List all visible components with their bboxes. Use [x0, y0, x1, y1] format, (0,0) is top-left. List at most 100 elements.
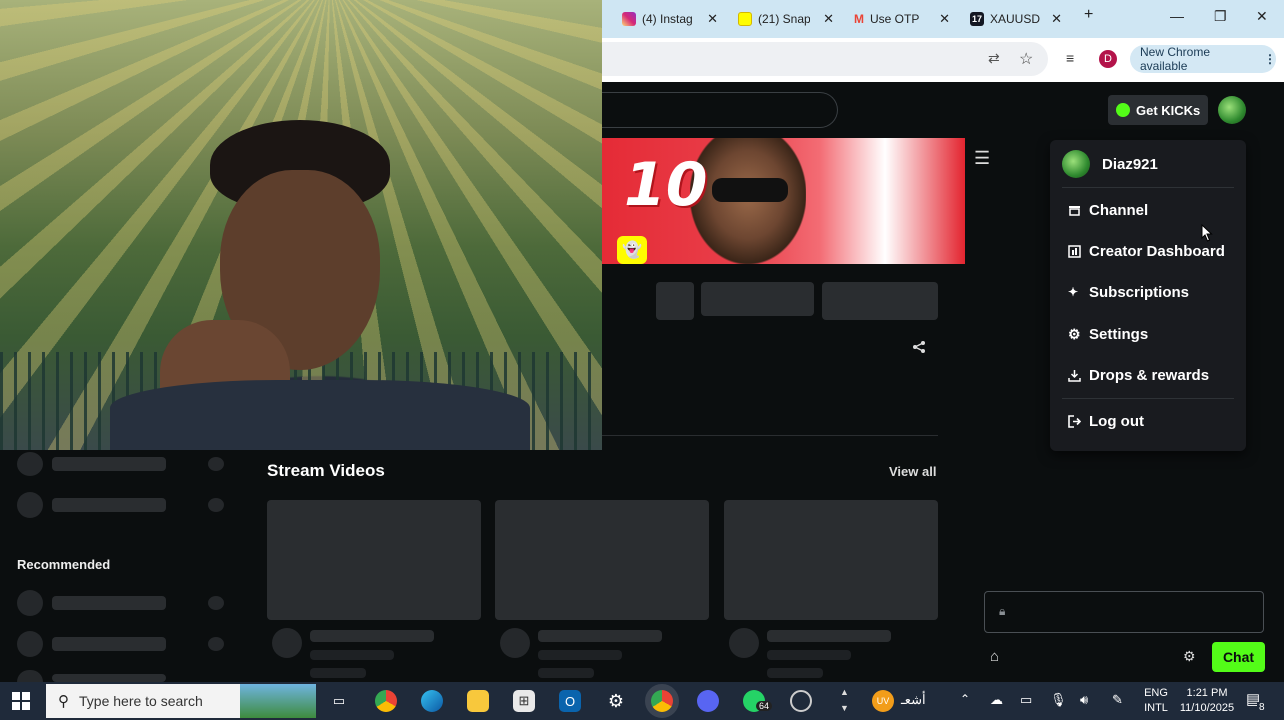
menu-item-label: Drops & rewards	[1089, 367, 1210, 384]
dashboard-icon	[1068, 245, 1081, 258]
menu-item-drops-rewards[interactable]: Drops & rewards	[1068, 367, 1209, 384]
news-widget-icon[interactable]: UV	[872, 690, 894, 712]
tradingview-icon: 17	[970, 12, 984, 26]
close-window-button[interactable]: ✕	[1256, 8, 1268, 25]
skeleton-line	[52, 457, 166, 471]
news-widget-text[interactable]: أشعـ	[901, 692, 926, 708]
share-icon[interactable]	[912, 340, 926, 357]
menu-item-subscriptions[interactable]: ✦ Subscriptions	[1068, 284, 1189, 301]
date: 11/10/2025	[1179, 702, 1235, 714]
clock[interactable]: 1:21 PM 11/10/2025	[1176, 686, 1238, 716]
get-kicks-button[interactable]: Get KICKs	[1108, 95, 1208, 125]
menu-item-logout[interactable]: Log out	[1068, 413, 1144, 430]
time: 1:21 PM	[1186, 687, 1228, 699]
update-label: New Chrome available	[1140, 45, 1211, 73]
menu-item-label: Subscriptions	[1089, 284, 1190, 301]
taskbar-scroll-arrows[interactable]: ▲ ▼	[840, 684, 849, 716]
menu-item-label: Settings	[1089, 326, 1149, 343]
profile-avatar[interactable]: D	[1099, 50, 1117, 68]
drops-icon	[1068, 369, 1081, 382]
store-app-icon[interactable]: ⊞	[513, 690, 535, 712]
get-kicks-label: Get KICKs	[1136, 102, 1201, 118]
outlook-icon[interactable]: O	[559, 690, 581, 712]
user-menu-dropdown: Diaz921 Channel Creator Dashboard ✦ Subs…	[1050, 140, 1246, 451]
gmail-icon: M	[854, 12, 864, 26]
browser-tab[interactable]: 17 XAUUSD ✕	[970, 6, 1062, 32]
user-avatar-button[interactable]	[1218, 96, 1246, 124]
store-icon[interactable]: ⌂	[990, 648, 999, 665]
skeleton-line	[538, 630, 662, 642]
chrome-icon[interactable]	[375, 690, 397, 712]
skeleton-line	[52, 596, 166, 610]
video-thumbnail-skeleton	[267, 500, 481, 620]
menu-item-settings[interactable]: ⚙ Settings	[1068, 326, 1148, 343]
search-input[interactable]	[602, 92, 838, 128]
discord-icon[interactable]	[697, 690, 719, 712]
avatar	[1062, 150, 1090, 178]
skeleton-line	[310, 668, 366, 678]
skeleton-block	[701, 282, 814, 316]
search-icon: ⚲	[58, 693, 69, 710]
minimize-button[interactable]: —	[1170, 8, 1184, 24]
channel-avatar-skeleton	[17, 631, 43, 657]
snapchat-icon	[738, 12, 752, 26]
close-tab-icon[interactable]: ✕	[707, 11, 718, 27]
avatar-skeleton	[272, 628, 302, 658]
address-bar[interactable]	[602, 42, 1048, 76]
sunglasses	[712, 178, 788, 202]
gear-icon: ⚙	[1068, 326, 1081, 342]
divider	[1062, 187, 1234, 188]
translate-icon[interactable]: ⇄	[988, 50, 1000, 67]
chat-input[interactable]: 🔒︎	[984, 591, 1264, 633]
browser-tab[interactable]: (4) Instag ✕	[622, 6, 718, 32]
video-thumbnail-skeleton	[724, 500, 938, 620]
language-code: ENG	[1144, 687, 1168, 699]
pen-icon[interactable]: ✎	[1112, 692, 1123, 708]
battery-icon[interactable]: ▭	[1020, 692, 1032, 708]
mouse-cursor	[1201, 223, 1213, 247]
microphone-icon[interactable]: 🎙︎	[1050, 692, 1067, 708]
skeleton-line	[767, 668, 823, 678]
tray-expand-icon[interactable]: ⌃	[960, 692, 970, 706]
edge-icon[interactable]	[421, 690, 443, 712]
task-view-icon[interactable]: ▭	[328, 690, 350, 712]
volume-icon[interactable]: 🔊︎	[1080, 692, 1088, 708]
close-tab-icon[interactable]: ✕	[823, 11, 834, 27]
channel-icon	[1068, 204, 1081, 217]
chrome-update-button[interactable]: New Chrome available ⋮	[1130, 45, 1276, 73]
skeleton-line	[538, 668, 594, 678]
onedrive-icon[interactable]: ☁	[990, 692, 1003, 708]
banner-number: 10	[624, 150, 708, 220]
chat-settings-gear-icon[interactable]: ⚙	[1183, 648, 1196, 665]
clock-app-icon[interactable]	[790, 690, 812, 712]
view-all-link[interactable]: View all	[889, 464, 936, 479]
tab-title: (4) Instag	[642, 12, 693, 26]
kebab-menu-icon[interactable]: ⋮	[1264, 52, 1276, 66]
close-tab-icon[interactable]: ✕	[1051, 11, 1062, 27]
chrome-active-icon[interactable]	[645, 684, 679, 718]
lock-icon: 🔒︎	[999, 604, 1006, 618]
collapse-chat-icon[interactable]: ☰	[974, 148, 994, 168]
restore-button[interactable]: ❐	[1214, 8, 1227, 25]
media-control-icon[interactable]: ≡	[1066, 50, 1074, 66]
username: Diaz921	[1102, 156, 1158, 173]
skeleton-dot	[208, 457, 224, 471]
recommended-heading: Recommended	[17, 557, 111, 572]
new-tab-button[interactable]: +	[1084, 6, 1093, 24]
language-indicator[interactable]: ENG INTL	[1141, 686, 1171, 716]
bookmark-star-icon[interactable]: ☆	[1019, 49, 1033, 69]
browser-tab[interactable]: (21) Snap ✕	[738, 6, 834, 32]
file-explorer-icon[interactable]	[467, 690, 489, 712]
skeleton-line	[52, 674, 166, 682]
windows-start-icon[interactable]	[12, 692, 30, 715]
skeleton-line	[767, 650, 851, 660]
logout-icon	[1068, 415, 1082, 428]
menu-item-channel[interactable]: Channel	[1068, 202, 1148, 219]
close-tab-icon[interactable]: ✕	[939, 11, 950, 27]
browser-tab[interactable]: M Use OTP ✕	[854, 6, 950, 32]
chat-send-button[interactable]: Chat	[1212, 642, 1265, 672]
settings-gear-icon[interactable]: ⚙	[605, 690, 627, 712]
skeleton-line	[52, 498, 166, 512]
skeleton-line	[310, 630, 434, 642]
kick-coin-icon	[1116, 103, 1130, 117]
